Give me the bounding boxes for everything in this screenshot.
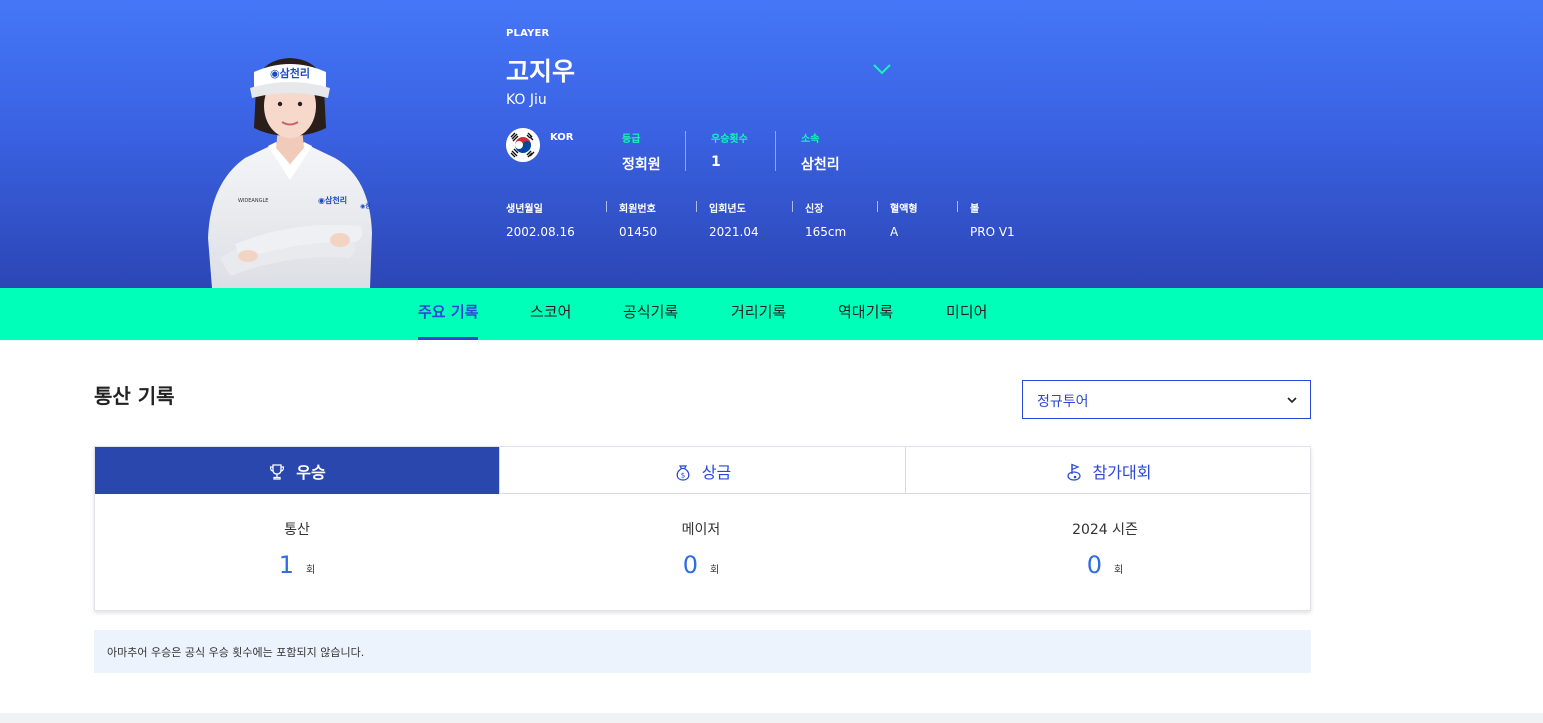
svg-text:◉삼천리: ◉삼천리 [318, 195, 347, 205]
record-tab-prize-money-label: 상금 [701, 463, 732, 482]
section-title: 통산 기록 [94, 384, 175, 408]
divider [775, 131, 776, 171]
meta-join-year-value: 2021.04 [709, 225, 759, 239]
korea-flag-icon [506, 128, 540, 162]
record-tab-wins[interactable]: 우승 [95, 447, 499, 494]
meta-member-number-value: 01450 [619, 225, 658, 239]
meta-blood-type-value: A [890, 225, 899, 239]
tab-distance-records[interactable]: 거리기록 [731, 288, 786, 340]
chevron-down-icon [1287, 397, 1297, 404]
tab-media[interactable]: 미디어 [946, 288, 987, 340]
record-tab-tournaments[interactable]: 참가대회 [905, 447, 1310, 494]
info-grade: 등급 정회원 [622, 130, 661, 174]
divider [606, 201, 607, 212]
svg-text:$: $ [681, 472, 685, 480]
info-grade-value: 정회원 [622, 157, 661, 173]
info-grade-label: 등급 [622, 134, 641, 145]
player-name-english: KO Jiu [506, 92, 547, 108]
nation-code: KOR [550, 132, 574, 143]
meta-join-year: 입회년도 2021.04 [709, 200, 759, 239]
stat-major-unit: 회 [710, 565, 720, 576]
tab-all-time-records[interactable]: 역대기록 [838, 288, 893, 340]
meta-ball: 볼 PRO V1 [970, 200, 1015, 239]
stat-season-label: 2024 시즌 [1072, 522, 1138, 538]
footer-divider [0, 713, 1543, 723]
tour-select-value: 정규투어 [1037, 394, 1089, 410]
amateur-notice: 아마추어 우승은 공식 우승 횟수에는 포함되지 않습니다. [94, 630, 1311, 673]
info-affiliation-label: 소속 [801, 134, 820, 145]
record-tab-prize-money[interactable]: $ 상금 [499, 447, 905, 494]
cap-sponsor-logo: ◉삼천리 [270, 66, 310, 80]
meta-height-value: 165cm [805, 225, 847, 239]
stat-career-unit: 회 [306, 565, 316, 576]
meta-birthdate: 생년월일 2002.08.16 [506, 200, 575, 239]
meta-birthdate-value: 2002.08.16 [506, 225, 575, 239]
svg-text:◉삼: ◉삼 [360, 202, 371, 210]
player-name-korean: 고지우 [506, 57, 576, 86]
stat-season-unit: 회 [1114, 565, 1124, 576]
player-hero: ◉삼천리 ◉삼천리 WIDEANGLE ◉삼 PLAYER 고지우 KO Jiu… [0, 0, 1543, 288]
meta-height: 신장 165cm [805, 200, 846, 239]
meta-birthdate-label: 생년월일 [506, 204, 543, 215]
trophy-icon [270, 464, 285, 480]
divider [685, 131, 686, 171]
tab-score[interactable]: 스코어 [530, 288, 571, 340]
golf-flag-icon [1066, 463, 1081, 481]
stat-career-label: 통산 [284, 522, 310, 538]
meta-blood-type: 혈액형 A [890, 200, 918, 239]
info-affiliation: 소속 삼천리 [801, 130, 840, 174]
info-wins-label: 우승횟수 [711, 134, 748, 145]
info-wins: 우승횟수 1 [711, 130, 748, 170]
stat-season-wins: 2024 시즌 0회 [903, 519, 1307, 579]
divider [957, 201, 958, 212]
meta-ball-value: PRO V1 [970, 225, 1015, 239]
tab-main-records[interactable]: 주요 기록 [418, 288, 479, 340]
stat-career-value: 1 [278, 551, 295, 579]
meta-blood-type-label: 혈액형 [890, 204, 918, 215]
player-info: PLAYER 고지우 KO Jiu KOR 등급 정회원 우승횟수 1 소속 삼… [506, 0, 1026, 288]
meta-member-number-label: 회원번호 [619, 204, 656, 215]
divider [877, 201, 878, 212]
svg-text:WIDEANGLE: WIDEANGLE [238, 198, 268, 204]
divider [696, 201, 697, 212]
player-select-chevron-icon[interactable] [872, 60, 892, 78]
info-wins-value: 1 [711, 154, 721, 170]
stat-career-wins: 통산 1회 [95, 519, 499, 579]
tour-select[interactable]: 정규투어 [1022, 380, 1311, 419]
amateur-notice-text: 아마추어 우승은 공식 우승 횟수에는 포함되지 않습니다. [107, 646, 365, 659]
divider [792, 201, 793, 212]
meta-member-number: 회원번호 01450 [619, 200, 657, 239]
meta-height-label: 신장 [805, 204, 824, 215]
meta-join-year-label: 입회년도 [709, 204, 746, 215]
record-tab-tournaments-label: 참가대회 [1092, 463, 1152, 482]
info-affiliation-value: 삼천리 [801, 157, 840, 173]
money-bag-icon: $ [676, 465, 690, 481]
tab-official-records[interactable]: 공식기록 [623, 288, 678, 340]
meta-ball-label: 볼 [970, 204, 980, 215]
stat-major-wins: 메이저 0회 [499, 519, 903, 579]
player-photo: ◉삼천리 ◉삼천리 WIDEANGLE ◉삼 [208, 58, 372, 288]
stat-season-value: 0 [1086, 551, 1103, 579]
career-record-card: 우승 $ 상금 참가대회 통산 1회 메이저 0회 2024 시즌 0 회 [94, 446, 1311, 611]
stat-major-label: 메이저 [681, 522, 721, 538]
stat-major-value: 0 [682, 551, 699, 579]
record-tab-wins-label: 우승 [296, 463, 326, 482]
player-label: PLAYER [506, 28, 550, 39]
player-tab-bar: 주요 기록 스코어 공식기록 거리기록 역대기록 미디어 [0, 288, 1543, 340]
